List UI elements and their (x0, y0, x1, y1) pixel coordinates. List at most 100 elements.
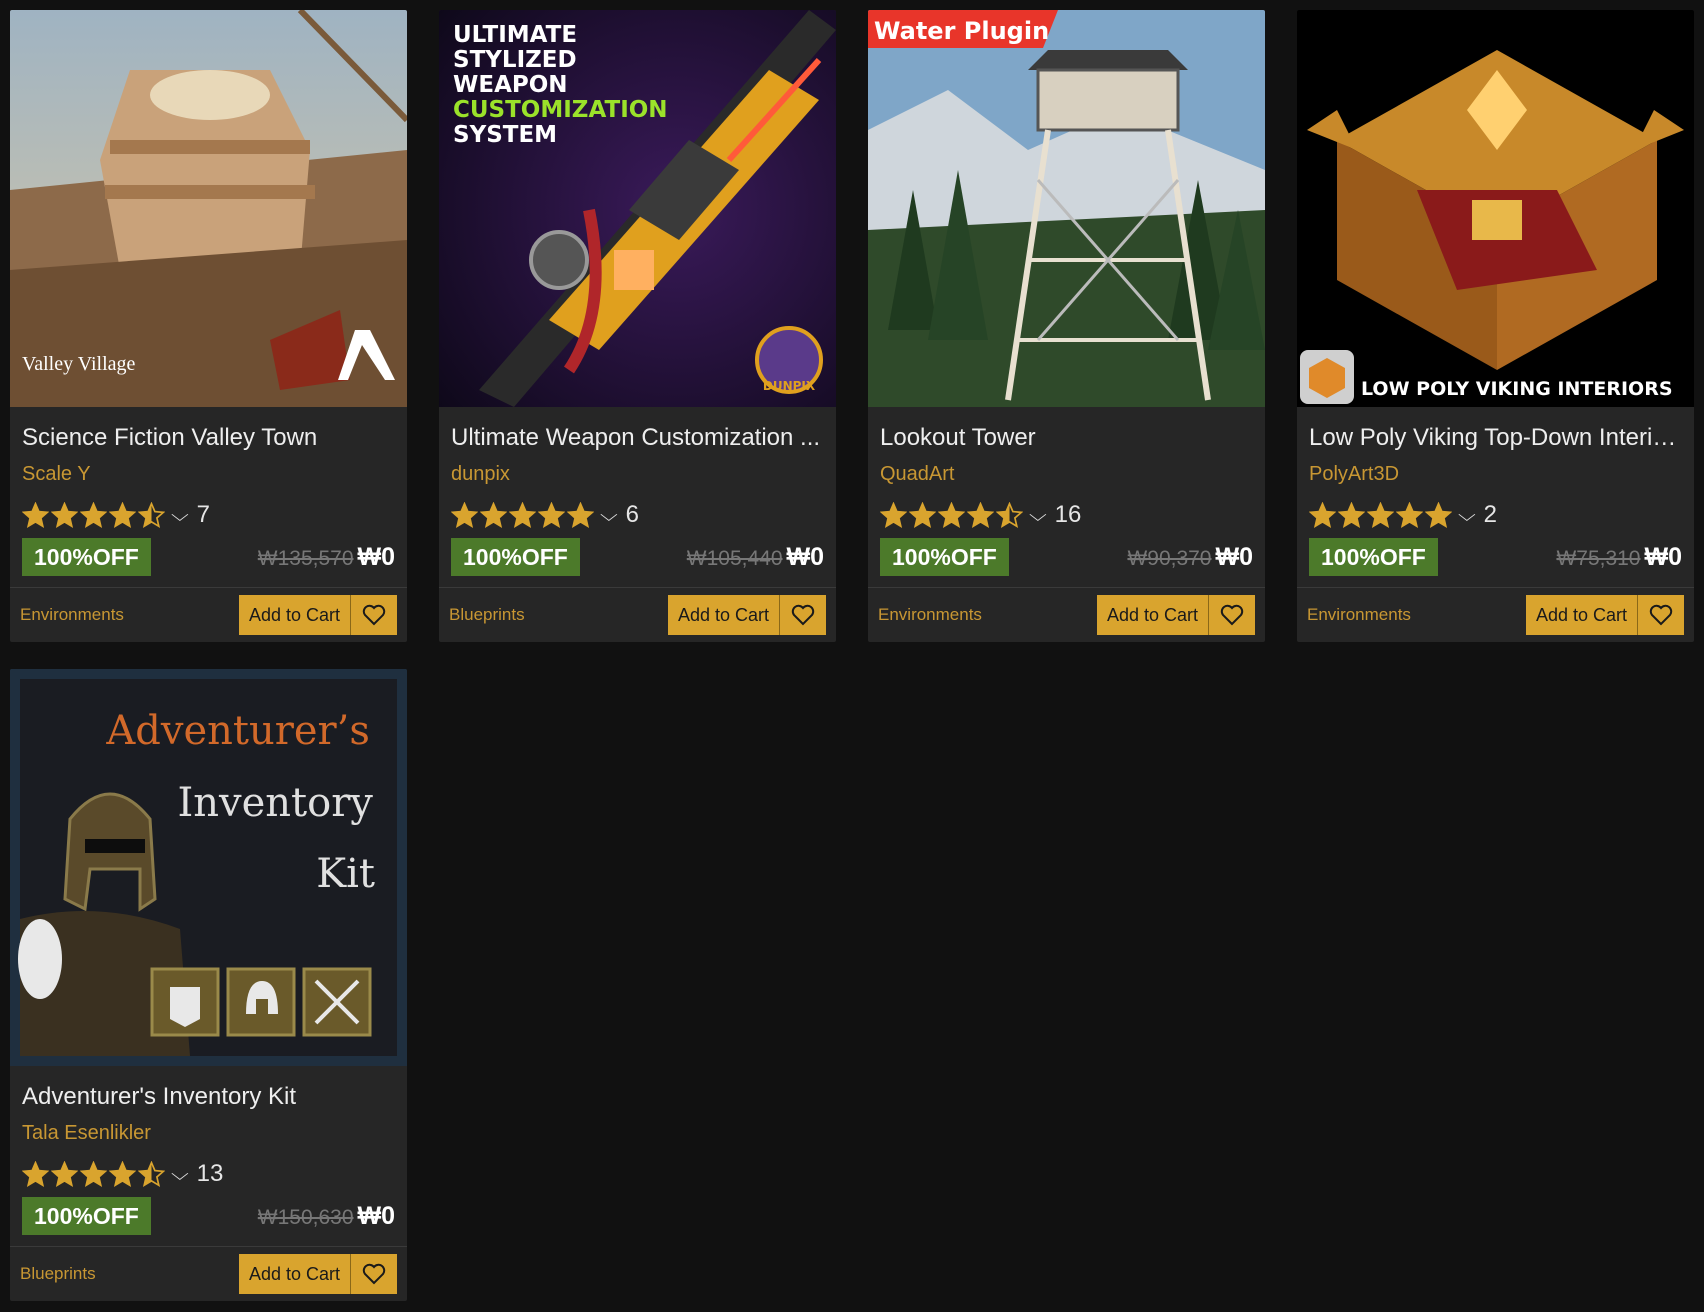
thumbnail-caption-line: WEAPON (453, 72, 568, 98)
add-to-cart-button[interactable]: Add to Cart (1096, 595, 1209, 635)
rating: ⌵ 2 (1309, 497, 1682, 533)
product-thumbnail[interactable]: Water Plugin (868, 10, 1265, 407)
star-full-icon (22, 1160, 49, 1187)
dunpix-logo-text: DUNPIX (763, 379, 816, 393)
star-full-icon (909, 501, 936, 528)
category-link[interactable]: Environments (1307, 605, 1411, 625)
product-card[interactable]: ULTIMATE STYLIZED WEAPON CUSTOMIZATION S… (439, 10, 836, 642)
original-price: ₩75,310 (1556, 546, 1641, 570)
thumbnail-caption: LOW POLY VIKING INTERIORS (1361, 378, 1673, 400)
product-thumbnail[interactable]: Valley Village (10, 10, 407, 407)
star-full-icon (51, 1160, 78, 1187)
category-link[interactable]: Environments (878, 605, 982, 625)
seller-link[interactable]: Tala Esenlikler (22, 1120, 395, 1146)
product-title[interactable]: Low Poly Viking Top-Down Interiors (1309, 423, 1682, 453)
product-card[interactable]: Adventurer’s Inventory Kit Adventurer's … (10, 669, 407, 1301)
rating: ⌵ 13 (22, 1156, 395, 1192)
sale-price: ₩0 (1644, 542, 1683, 571)
original-price: ₩150,630 (257, 1205, 354, 1229)
chevron-down-icon[interactable]: ⌵ (171, 1164, 189, 1185)
add-to-cart-button[interactable]: Add to Cart (667, 595, 780, 635)
product-thumbnail[interactable]: LOW POLY VIKING INTERIORS (1297, 10, 1694, 407)
review-count: 16 (1054, 501, 1082, 528)
discount-badge: 100%OFF (1309, 538, 1438, 576)
star-full-icon (1425, 501, 1452, 528)
discount-badge: 100%OFF (22, 538, 151, 576)
wishlist-button[interactable] (1638, 595, 1684, 635)
original-price: ₩135,570 (257, 546, 354, 570)
rating: ⌵ 16 (880, 497, 1253, 533)
thumbnail-caption-line: SYSTEM (453, 122, 557, 148)
heart-icon (362, 604, 386, 626)
seller-link[interactable]: QuadArt (880, 461, 1253, 487)
thumbnail-caption-line: CUSTOMIZATION (453, 97, 668, 123)
star-full-icon (567, 501, 594, 528)
heart-icon (362, 1263, 386, 1285)
seller-link[interactable]: PolyArt3D (1309, 461, 1682, 487)
thumbnail-image: Adventurer’s Inventory Kit (10, 669, 407, 1066)
heart-icon (1220, 604, 1244, 626)
product-thumbnail[interactable]: Adventurer’s Inventory Kit (10, 669, 407, 1066)
add-to-cart-button[interactable]: Add to Cart (238, 1254, 351, 1294)
star-full-icon (80, 1160, 107, 1187)
sale-price: ₩0 (357, 542, 396, 571)
thumbnail-caption: Water Plugin (874, 17, 1049, 45)
heart-icon (791, 604, 815, 626)
star-full-icon (1367, 501, 1394, 528)
thumbnail-caption: Valley Village (22, 353, 136, 375)
heart-icon (1649, 604, 1673, 626)
original-price: ₩105,440 (686, 546, 783, 570)
star-full-icon (1338, 501, 1365, 528)
seller-link[interactable]: dunpix (451, 461, 824, 487)
star-full-icon (938, 501, 965, 528)
category-link[interactable]: Environments (20, 605, 124, 625)
product-card[interactable]: LOW POLY VIKING INTERIORS Low Poly Vikin… (1297, 10, 1694, 642)
discount-badge: 100%OFF (880, 538, 1009, 576)
chevron-down-icon[interactable]: ⌵ (600, 505, 618, 526)
chevron-down-icon[interactable]: ⌵ (1458, 505, 1476, 526)
review-count: 7 (196, 501, 211, 528)
wishlist-button[interactable] (351, 1254, 397, 1294)
star-half-icon (138, 1160, 165, 1187)
category-link[interactable]: Blueprints (20, 1264, 96, 1284)
star-rating (22, 501, 165, 529)
product-thumbnail[interactable]: ULTIMATE STYLIZED WEAPON CUSTOMIZATION S… (439, 10, 836, 407)
sale-price: ₩0 (1215, 542, 1254, 571)
star-full-icon (1396, 501, 1423, 528)
star-full-icon (480, 501, 507, 528)
star-full-icon (509, 501, 536, 528)
review-count: 13 (196, 1160, 224, 1187)
star-full-icon (880, 501, 907, 528)
wishlist-button[interactable] (351, 595, 397, 635)
product-title[interactable]: Ultimate Weapon Customization ... (451, 423, 824, 453)
chevron-down-icon[interactable]: ⌵ (1029, 505, 1047, 526)
star-rating (1309, 501, 1452, 529)
thumbnail-caption-line: Kit (316, 851, 375, 897)
star-rating (22, 1160, 165, 1188)
seller-link[interactable]: Scale Y (22, 461, 395, 487)
original-price: ₩90,370 (1127, 546, 1212, 570)
category-link[interactable]: Blueprints (449, 605, 525, 625)
product-title[interactable]: Science Fiction Valley Town (22, 423, 395, 453)
product-grid: Valley Village Science Fiction Valley To… (10, 10, 1694, 1301)
chevron-down-icon[interactable]: ⌵ (171, 505, 189, 526)
thumbnail-caption-line: STYLIZED (453, 47, 577, 73)
thumbnail-image: Valley Village (10, 10, 407, 407)
discount-badge: 100%OFF (22, 1197, 151, 1235)
review-count: 6 (625, 501, 640, 528)
add-to-cart-button[interactable]: Add to Cart (1525, 595, 1638, 635)
add-to-cart-button[interactable]: Add to Cart (238, 595, 351, 635)
star-half-icon (996, 501, 1023, 528)
wishlist-button[interactable] (780, 595, 826, 635)
review-count: 2 (1483, 501, 1498, 528)
product-title[interactable]: Adventurer's Inventory Kit (22, 1082, 395, 1112)
product-title[interactable]: Lookout Tower (880, 423, 1253, 453)
wishlist-button[interactable] (1209, 595, 1255, 635)
star-half-icon (138, 501, 165, 528)
discount-badge: 100%OFF (451, 538, 580, 576)
thumbnail-image: Water Plugin (868, 10, 1265, 407)
rating: ⌵ 7 (22, 497, 395, 533)
star-full-icon (109, 1160, 136, 1187)
product-card[interactable]: Water Plugin Lookout Tower QuadArt ⌵ 16 … (868, 10, 1265, 642)
product-card[interactable]: Valley Village Science Fiction Valley To… (10, 10, 407, 642)
